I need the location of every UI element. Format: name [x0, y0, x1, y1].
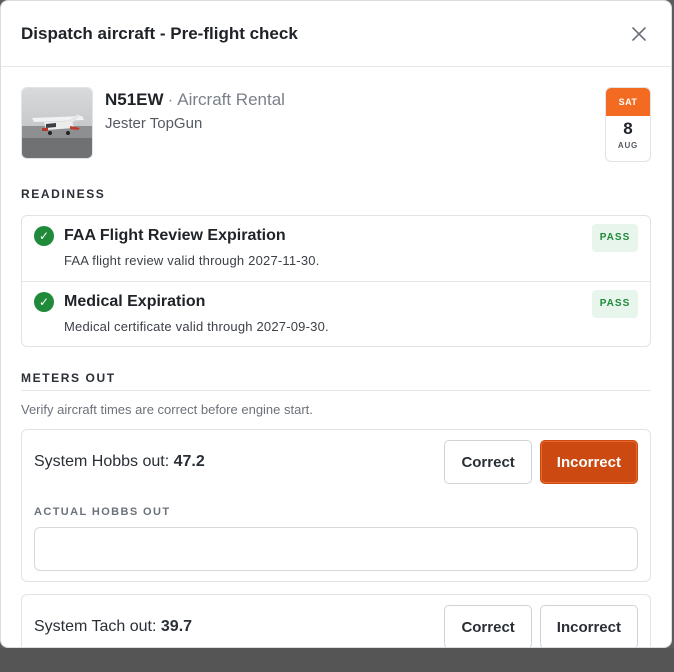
date-month: AUG: [617, 141, 639, 150]
date-day-of-week: SAT: [606, 88, 650, 116]
hobbs-verify-group: Correct Incorrect: [444, 440, 638, 484]
aircraft-info: N51EW · Aircraft Rental Jester TopGun: [105, 87, 285, 132]
close-icon: [632, 26, 646, 41]
check-circle-icon: ✓: [34, 226, 54, 246]
tach-label: System Tach out: 39.7: [34, 618, 192, 636]
tach-verify-group: Correct Incorrect: [444, 605, 638, 647]
pilot-name: Jester TopGun: [105, 115, 203, 132]
readiness-detail: Medical certificate valid through 2027-0…: [64, 319, 329, 334]
hobbs-correct-button[interactable]: Correct: [444, 440, 532, 484]
readiness-list: ✓ FAA Flight Review Expiration FAA fligh…: [21, 215, 651, 347]
readiness-title: FAA Flight Review Expiration: [64, 227, 286, 244]
close-button[interactable]: [625, 20, 653, 48]
tach-incorrect-button[interactable]: Incorrect: [539, 605, 638, 647]
status-badge: PASS: [592, 290, 638, 318]
check-circle-icon: ✓: [34, 292, 54, 312]
status-badge: PASS: [592, 224, 638, 252]
hobbs-meter-card: System Hobbs out: 47.2 Correct Incorrect…: [21, 429, 651, 582]
hobbs-value: 47.2: [173, 453, 205, 470]
actual-hobbs-label: ACTUAL HOBBS OUT: [34, 506, 171, 518]
meters-out-description: Verify aircraft times are correct before…: [21, 402, 313, 417]
hobbs-label-text: System Hobbs out:: [34, 453, 170, 470]
modal-header: Dispatch aircraft - Pre-flight check: [1, 1, 671, 67]
dispatch-modal: Dispatch aircraft - Pre-flight check N51…: [0, 0, 672, 648]
modal-backdrop: [0, 648, 674, 672]
date-badge: SAT 8 AUG: [605, 87, 651, 162]
hobbs-incorrect-button[interactable]: Incorrect: [539, 440, 638, 484]
readiness-detail: FAA flight review valid through 2027-11-…: [64, 253, 320, 268]
aircraft-photo: [21, 87, 93, 159]
tach-value: 39.7: [160, 618, 193, 635]
readiness-title: Medical Expiration: [64, 293, 206, 310]
tail-number: N51EW: [105, 90, 164, 109]
meters-out-heading: METERS OUT: [21, 365, 651, 391]
tach-meter-card: System Tach out: 39.7 Correct Incorrect: [21, 594, 651, 647]
readiness-heading: READINESS: [21, 187, 106, 201]
separator-dot: ·: [167, 90, 174, 109]
tach-label-text: System Tach out:: [34, 618, 157, 635]
aircraft-category: Aircraft Rental: [177, 90, 285, 109]
aircraft-summary: N51EW · Aircraft Rental Jester TopGun SAT …: [21, 87, 651, 181]
actual-hobbs-input[interactable]: [34, 527, 638, 571]
readiness-item: ✓ Medical Expiration Medical certificate…: [22, 281, 650, 346]
tach-correct-button[interactable]: Correct: [444, 605, 532, 647]
modal-body: N51EW · Aircraft Rental Jester TopGun SAT …: [1, 67, 671, 647]
hobbs-label: System Hobbs out: 47.2: [34, 453, 205, 471]
modal-title: Dispatch aircraft - Pre-flight check: [21, 23, 298, 43]
readiness-item: ✓ FAA Flight Review Expiration FAA fligh…: [22, 216, 650, 281]
date-day: 8: [623, 119, 633, 138]
